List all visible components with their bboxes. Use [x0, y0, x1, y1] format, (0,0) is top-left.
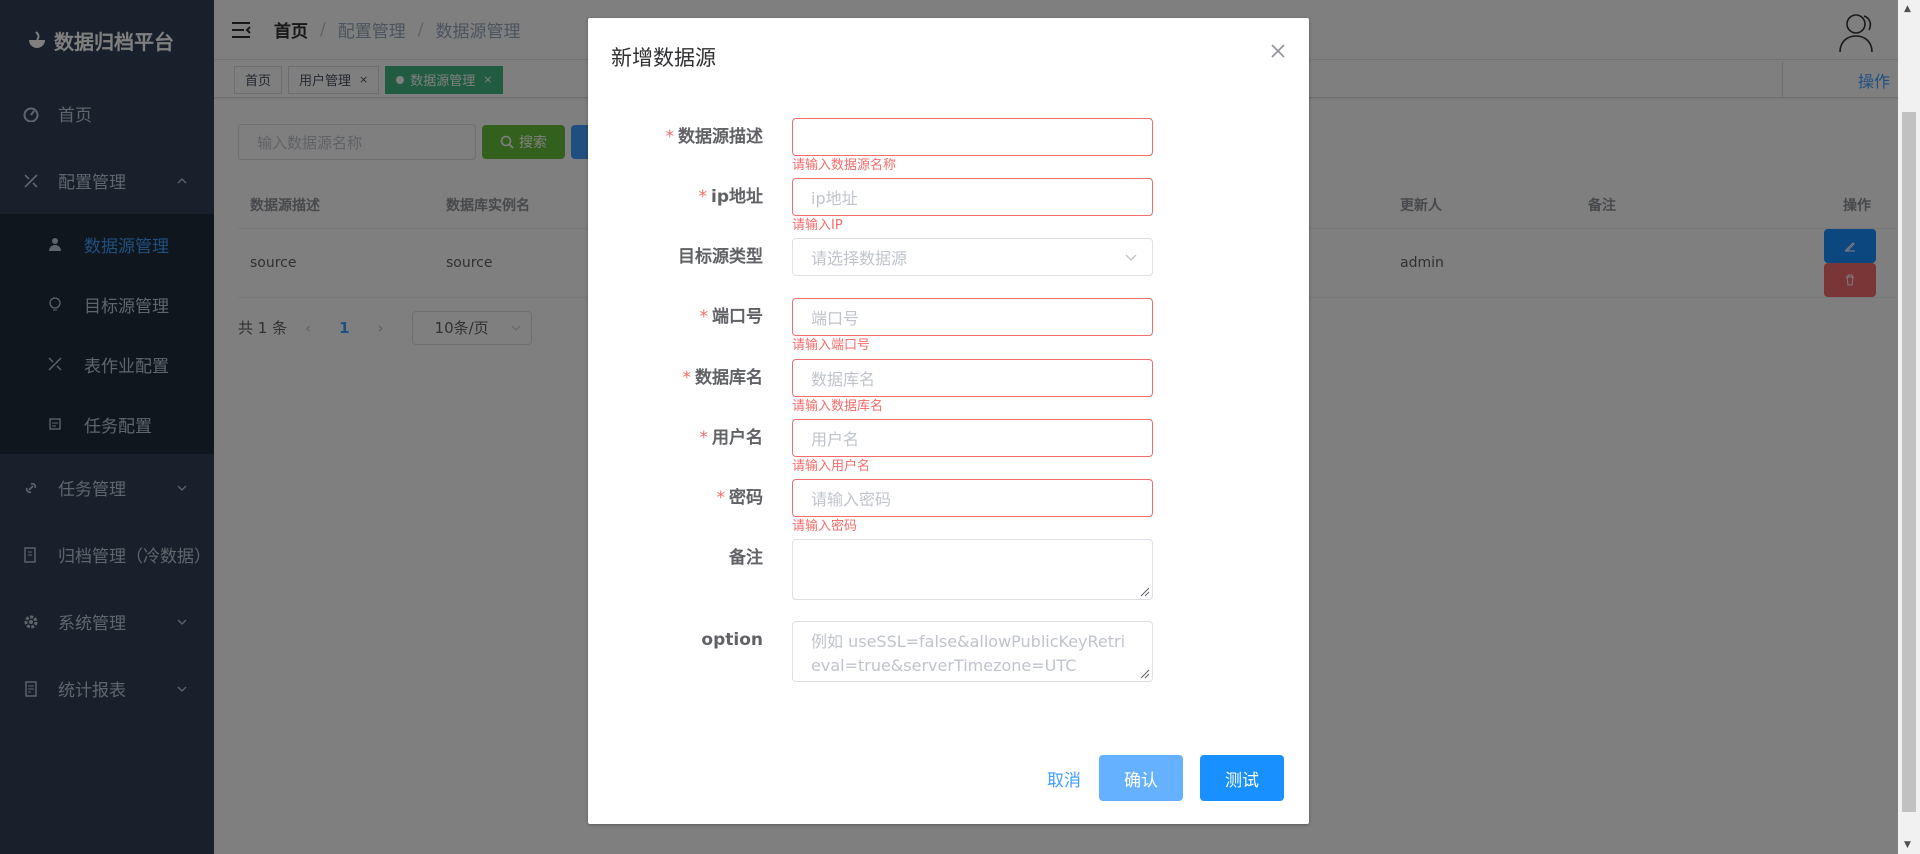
option-placeholder: 例如 useSSL=false&allowPublicKeyRetrieval=…	[811, 632, 1126, 675]
password-label: * 密码	[563, 479, 764, 517]
password-input[interactable]: 请输入密码	[792, 479, 1153, 517]
dbname-label: * 数据库名	[563, 359, 764, 397]
dbname-error: 请输入数据库名	[792, 399, 884, 414]
dialog-footer: 取消 确认 测试	[1047, 755, 1284, 801]
scrollbar-thumb[interactable]	[1902, 112, 1916, 812]
desc-label: * 数据源描述	[563, 118, 764, 156]
required-mark: *	[699, 307, 709, 327]
page-scrollbar[interactable]: ▲ ▼	[1898, 0, 1920, 854]
test-button[interactable]: 测试	[1200, 755, 1284, 801]
ip-error: 请输入IP	[792, 218, 843, 233]
dbname-label-text: 数据库名	[695, 368, 763, 388]
option-textarea[interactable]: 例如 useSSL=false&allowPublicKeyRetrieval=…	[792, 621, 1153, 682]
resize-handle-icon[interactable]	[1138, 667, 1150, 679]
required-mark: *	[698, 187, 708, 207]
password-error: 请输入密码	[792, 519, 858, 534]
required-mark: *	[699, 428, 709, 448]
desc-input[interactable]	[792, 118, 1153, 156]
password-label-text: 密码	[729, 488, 763, 508]
close-icon[interactable]	[1269, 42, 1287, 60]
ip-label-text: ip地址	[711, 187, 763, 207]
port-label-text: 端口号	[712, 307, 763, 327]
port-error: 请输入端口号	[792, 338, 871, 353]
scroll-up-icon[interactable]: ▲	[1904, 4, 1911, 14]
port-label: * 端口号	[563, 298, 764, 336]
username-input[interactable]: 用户名	[792, 419, 1153, 457]
type-select-placeholder: 请选择数据源	[811, 249, 908, 268]
remark-label: 备注	[729, 548, 763, 568]
resize-handle-icon[interactable]	[1138, 585, 1150, 597]
ip-label: * ip地址	[563, 178, 764, 216]
cancel-button[interactable]: 取消	[1047, 766, 1081, 791]
desc-label-text: 数据源描述	[678, 127, 763, 147]
required-mark: *	[665, 127, 675, 147]
port-input[interactable]: 端口号	[792, 298, 1153, 336]
desc-error: 请输入数据源名称	[792, 158, 897, 173]
ip-input[interactable]: ip地址	[792, 178, 1153, 216]
username-error: 请输入用户名	[792, 459, 871, 474]
username-label-text: 用户名	[712, 428, 763, 448]
required-mark: *	[716, 488, 726, 508]
scroll-down-icon[interactable]: ▼	[1904, 840, 1911, 850]
add-datasource-dialog: 新增数据源 * 数据源描述 请输入数据源名称 * ip地址 ip地址 请输入IP 目…	[588, 18, 1309, 824]
type-label: 目标源类型	[678, 247, 763, 267]
confirm-button[interactable]: 确认	[1099, 755, 1183, 801]
option-label: option	[701, 630, 763, 650]
remark-textarea[interactable]	[792, 539, 1153, 600]
dbname-input[interactable]: 数据库名	[792, 359, 1153, 397]
type-select[interactable]: 请选择数据源	[792, 238, 1153, 276]
dialog-title: 新增数据源	[611, 46, 716, 70]
username-label: * 用户名	[563, 419, 764, 457]
required-mark: *	[682, 368, 692, 388]
chevron-down-icon	[1125, 254, 1137, 261]
